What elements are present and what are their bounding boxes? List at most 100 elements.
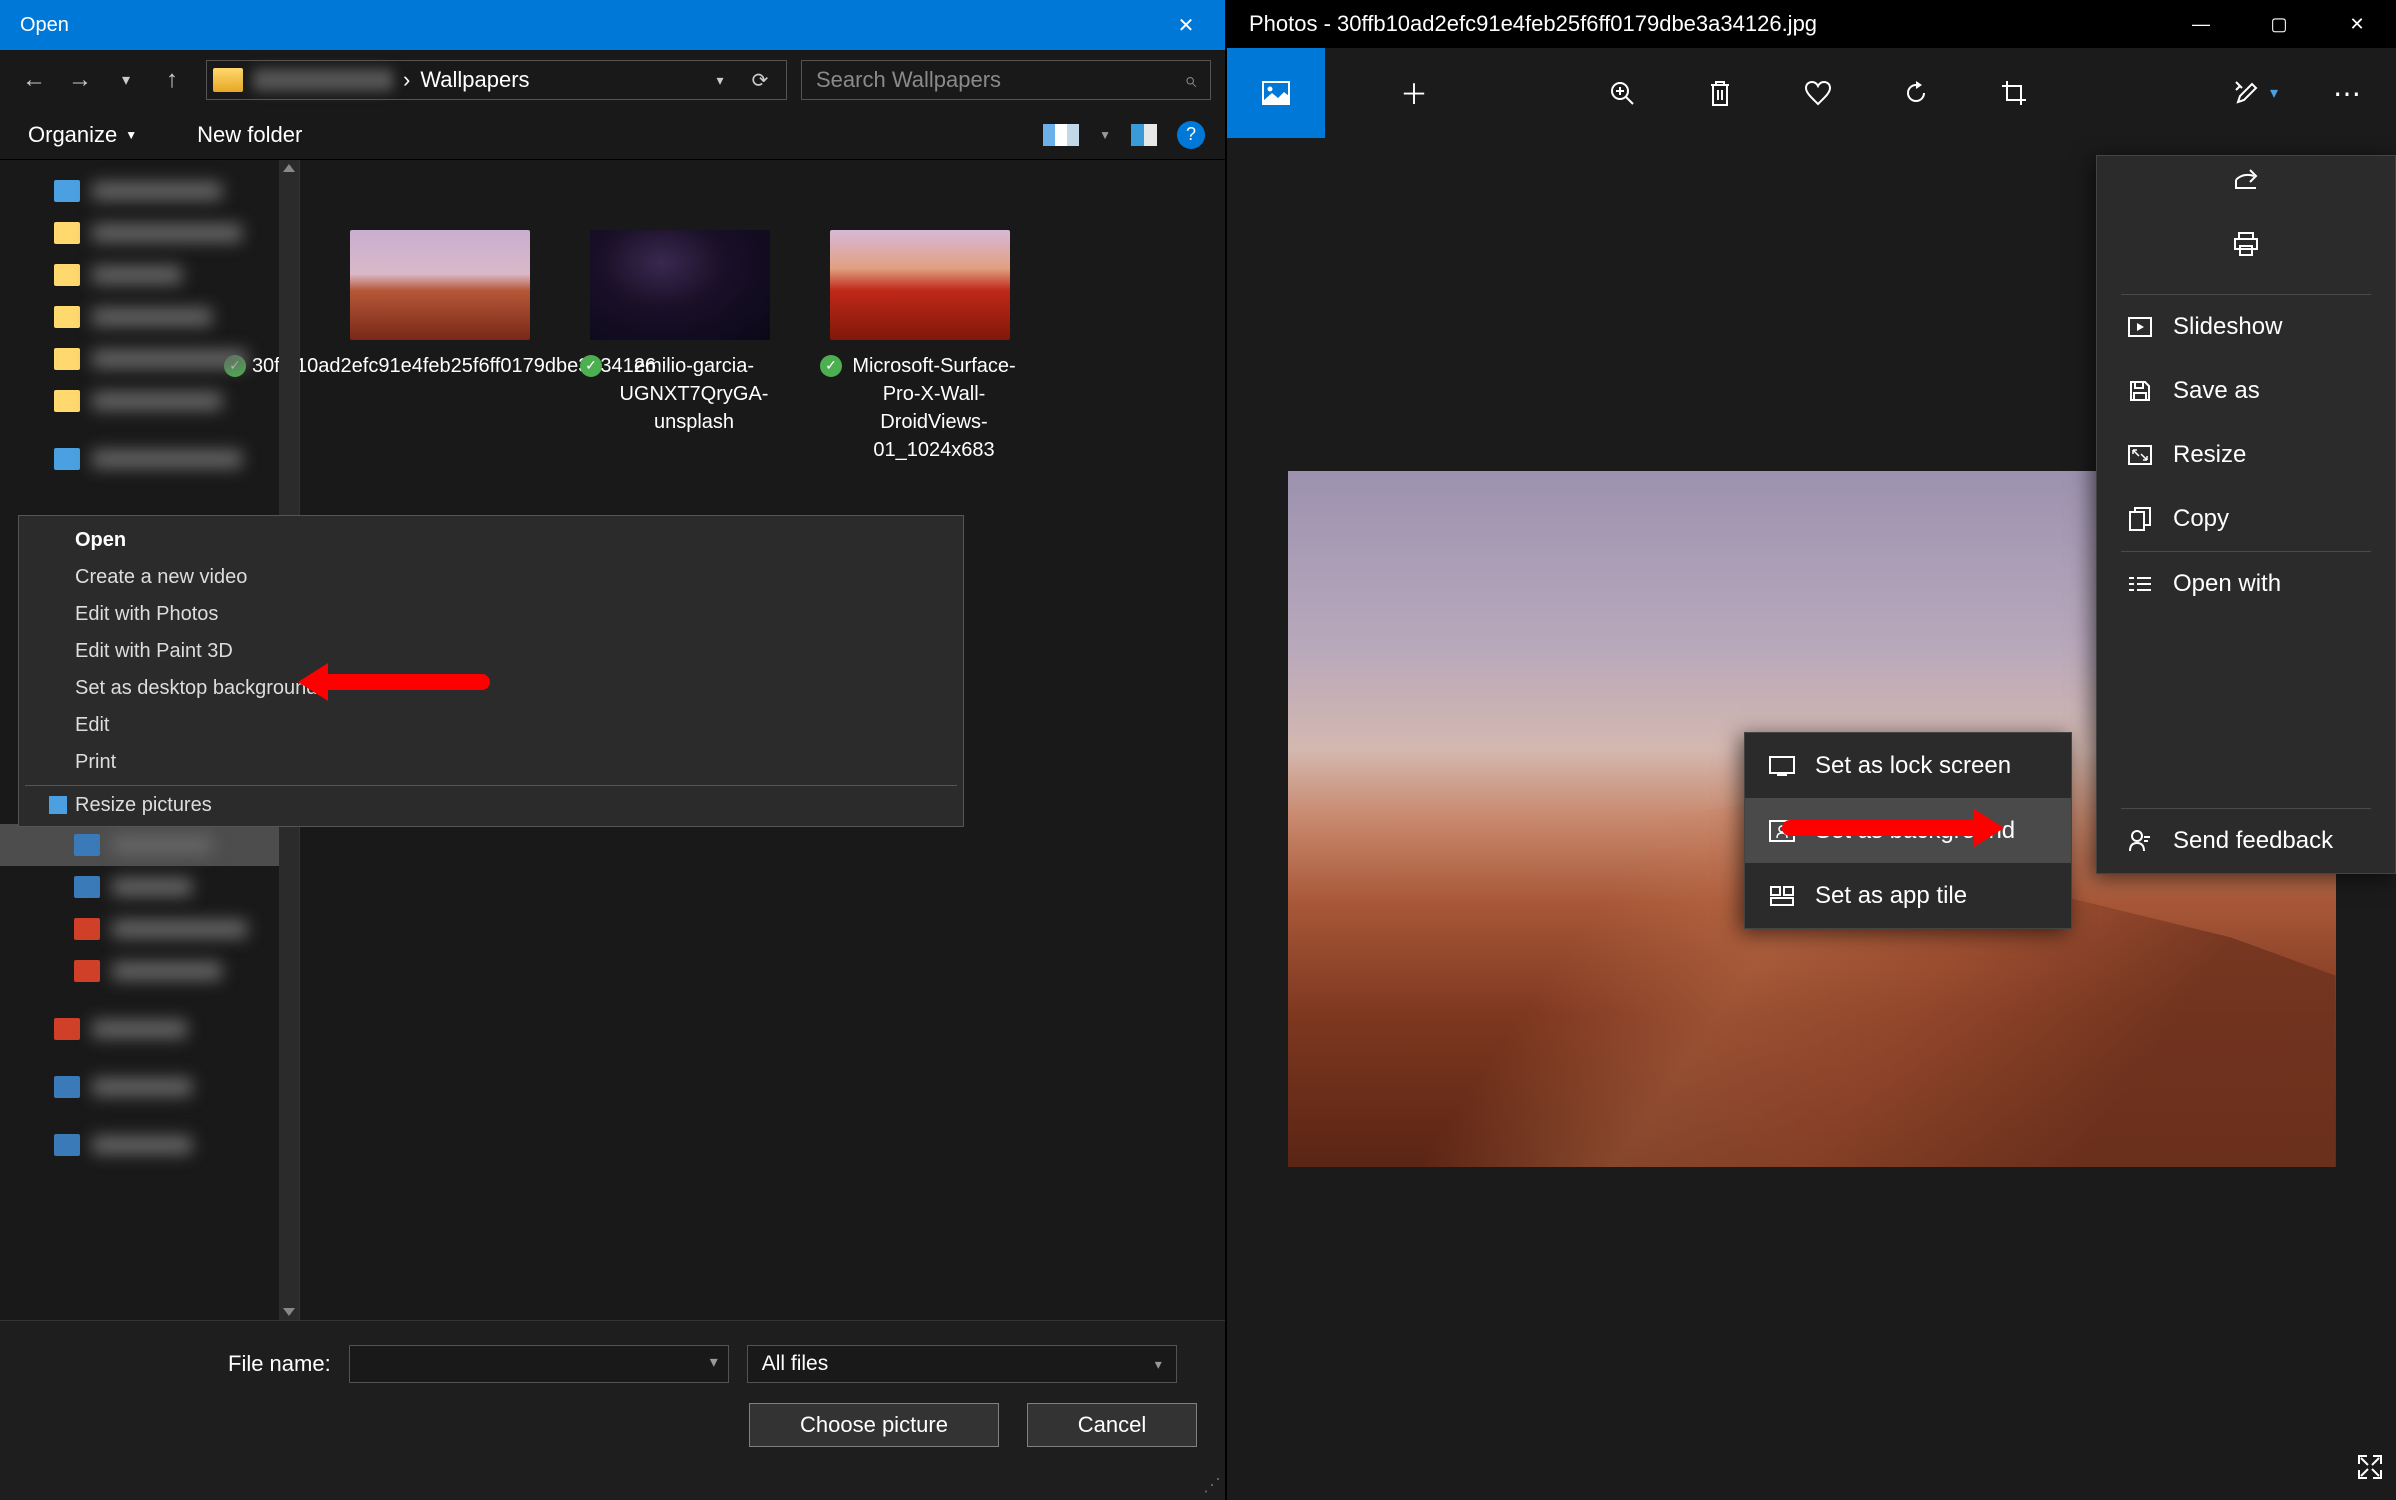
forward-icon[interactable]: → [60, 60, 100, 100]
choose-picture-button[interactable]: Choose picture [749, 1403, 999, 1447]
breadcrumb-blurred [253, 69, 393, 91]
annotation-arrow [320, 674, 490, 690]
ctx-edit-paint3d[interactable]: Edit with Paint 3D [19, 633, 963, 670]
print-icon[interactable] [2232, 231, 2260, 264]
app-title: Photos - 30ffb10ad2efc91e4feb25f6ff0179d… [1249, 11, 1817, 37]
menu-label: Set as lock screen [1815, 752, 2011, 780]
edit-create-button[interactable]: ▾ [2214, 48, 2298, 138]
fullscreen-icon[interactable] [2356, 1453, 2384, 1488]
file-name: emilio-garcia-UGNXT7QryGA-unsplash [608, 352, 780, 436]
tree-item-active[interactable] [0, 824, 299, 866]
edit-icon [2234, 80, 2260, 106]
ctx-edit-photos[interactable]: Edit with Photos [19, 596, 963, 633]
delete-icon[interactable] [1671, 48, 1769, 138]
resize-icon [2127, 445, 2153, 465]
file-open-dialog: Open ✕ ← → ▾ ↑ › Wallpapers ▾ ⟳ Search W… [0, 0, 1225, 1500]
help-icon[interactable]: ? [1177, 121, 1205, 149]
file-name: Microsoft-Surface-Pro-X-Wall-DroidViews-… [848, 352, 1020, 464]
dialog-title: Open [20, 14, 69, 37]
menu-label: Copy [2173, 505, 2229, 533]
new-folder-button[interactable]: New folder [197, 122, 302, 148]
annotation-arrow [1782, 820, 1982, 836]
view-mode-icon[interactable] [1043, 124, 1079, 146]
menu-copy[interactable]: Copy [2097, 487, 2395, 551]
filetype-select[interactable]: All files ▾ [747, 1345, 1177, 1383]
titlebar: Open ✕ [0, 0, 1225, 50]
thumbnail [350, 230, 530, 340]
app-tile-icon [1769, 886, 1795, 906]
organize-button[interactable]: Organize ▼ [28, 122, 137, 148]
menu-save-as[interactable]: Save as [2097, 359, 2395, 423]
address-dropdown-icon[interactable]: ▾ [700, 60, 740, 100]
search-icon: ⌕ [1184, 67, 1196, 93]
close-icon[interactable]: ✕ [2318, 0, 2396, 48]
menu-send-feedback[interactable]: Send feedback [2097, 809, 2395, 873]
search-placeholder: Search Wallpapers [816, 67, 1001, 93]
zoom-icon[interactable] [1573, 48, 1671, 138]
menu-resize[interactable]: Resize [2097, 423, 2395, 487]
more-icon[interactable]: ⋯ [2298, 48, 2396, 138]
menu-label: Resize [2173, 441, 2246, 469]
refresh-icon[interactable]: ⟳ [740, 60, 780, 100]
minimize-icon[interactable]: — [2162, 0, 2240, 48]
ctx-open[interactable]: Open [19, 522, 963, 559]
command-bar: Organize ▼ New folder ▼ ? [0, 110, 1225, 160]
address-bar[interactable]: › Wallpapers ▾ ⟳ [206, 60, 787, 100]
ctx-create-video[interactable]: Create a new video [19, 559, 963, 596]
save-icon [2127, 380, 2153, 402]
recent-dropdown-icon[interactable]: ▾ [106, 60, 146, 100]
separator [25, 785, 957, 786]
sync-check-icon: ✓ [580, 355, 602, 377]
preview-pane-icon[interactable] [1131, 124, 1157, 146]
folder-icon [213, 68, 243, 92]
search-input[interactable]: Search Wallpapers ⌕ [801, 60, 1211, 100]
cancel-button[interactable]: Cancel [1027, 1403, 1197, 1447]
chevron-down-icon: ▼ [125, 128, 137, 142]
menu-open-with[interactable]: Open with [2097, 552, 2395, 616]
ctx-edit[interactable]: Edit [19, 707, 963, 744]
favorite-icon[interactable] [1769, 48, 1867, 138]
crop-icon[interactable] [1965, 48, 2063, 138]
more-menu: Slideshow Save as Resize Copy Open with [2096, 155, 2396, 874]
nav-bar: ← → ▾ ↑ › Wallpapers ▾ ⟳ Search Wallpape… [0, 50, 1225, 110]
menu-slideshow[interactable]: Slideshow [2097, 295, 2395, 359]
toolbar: ＋ ▾ ⋯ [1227, 48, 2396, 138]
feedback-icon [2127, 829, 2153, 853]
new-folder-label: New folder [197, 122, 302, 148]
share-icon[interactable] [2232, 166, 2260, 201]
filename-label: File name: [228, 1351, 331, 1377]
chevron-down-icon[interactable]: ▼ [1099, 128, 1111, 142]
breadcrumb-current[interactable]: Wallpapers [420, 67, 529, 93]
context-menu: Open Create a new video Edit with Photos… [18, 515, 964, 827]
organize-label: Organize [28, 122, 117, 148]
breadcrumb-sep: › [403, 67, 410, 93]
rotate-icon[interactable] [1867, 48, 1965, 138]
chevron-down-icon: ▾ [1155, 1356, 1162, 1373]
ctx-print[interactable]: Print [19, 744, 963, 781]
lock-screen-icon [1769, 756, 1795, 776]
thumbnail [830, 230, 1010, 340]
menu-label: Set as app tile [1815, 882, 1967, 910]
menu-label: Open with [2173, 570, 2281, 598]
thumbnail [590, 230, 770, 340]
titlebar: Photos - 30ffb10ad2efc91e4feb25f6ff0179d… [1227, 0, 2396, 48]
menu-label: Slideshow [2173, 313, 2282, 341]
maximize-icon[interactable]: ▢ [2240, 0, 2318, 48]
menu-set-app-tile[interactable]: Set as app tile [1745, 863, 2071, 928]
close-icon[interactable]: ✕ [1147, 0, 1225, 50]
filename-input[interactable] [349, 1345, 729, 1383]
add-icon[interactable]: ＋ [1365, 48, 1463, 138]
slideshow-icon [2127, 317, 2153, 337]
menu-label: Send feedback [2173, 827, 2333, 855]
back-icon[interactable]: ← [14, 60, 54, 100]
ctx-resize-pictures[interactable]: Resize pictures [19, 790, 963, 820]
resize-grip-icon[interactable]: ⋰ [1203, 1475, 1221, 1496]
collection-icon[interactable] [1227, 48, 1325, 138]
up-icon[interactable]: ↑ [152, 60, 192, 100]
copy-icon [2127, 507, 2153, 531]
bottom-bar: File name: All files ▾ Choose picture Ca… [0, 1320, 1225, 1500]
ctx-set-desktop-background[interactable]: Set as desktop background [19, 670, 963, 707]
menu-set-lock-screen[interactable]: Set as lock screen [1745, 733, 2071, 798]
chevron-down-icon: ▾ [2270, 83, 2278, 103]
menu-label: Save as [2173, 377, 2260, 405]
